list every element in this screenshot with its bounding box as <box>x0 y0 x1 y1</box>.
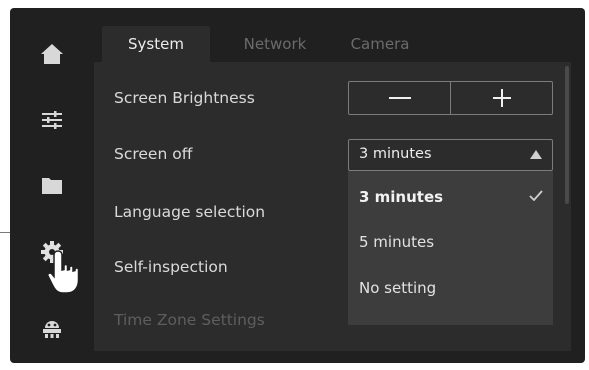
dropdown-option-5-minutes[interactable]: 5 minutes <box>348 221 553 265</box>
option-label: No setting <box>359 279 437 297</box>
time-zone-settings-label[interactable]: Time Zone Settings <box>114 311 265 329</box>
brightness-increase-button[interactable] <box>451 82 552 114</box>
option-label: 3 minutes <box>359 188 444 206</box>
minus-icon <box>388 97 411 99</box>
hand-pointer-icon <box>47 250 80 294</box>
device-screen: System Network Camera Screen Brightness … <box>10 8 585 363</box>
plus-icon <box>492 89 511 107</box>
sidebar-item-home[interactable] <box>34 36 70 72</box>
option-label: 5 minutes <box>359 233 435 251</box>
tab-camera[interactable]: Camera <box>340 26 420 62</box>
caret-up-icon <box>530 150 542 159</box>
screen-off-label: Screen off <box>114 145 193 163</box>
home-icon <box>41 44 63 64</box>
screen-off-select[interactable]: 3 minutes <box>348 139 553 171</box>
sidebar-item-adjustments[interactable] <box>34 102 70 138</box>
tab-system[interactable]: System <box>102 26 210 62</box>
dropdown-option-no-setting[interactable]: No setting <box>348 267 553 311</box>
screen-off-dropdown: 3 minutes 5 minutes No setting <box>348 171 553 325</box>
sidebar-item-robot[interactable] <box>34 310 70 346</box>
brightness-stepper <box>348 81 553 115</box>
robot-icon <box>43 321 61 338</box>
sliders-icon <box>42 111 62 129</box>
screen-brightness-label: Screen Brightness <box>114 89 255 107</box>
sidebar <box>10 8 94 363</box>
dropdown-option-3-minutes[interactable]: 3 minutes <box>348 176 553 220</box>
folder-icon <box>42 178 62 194</box>
brightness-decrease-button[interactable] <box>349 82 450 114</box>
tab-network[interactable]: Network <box>230 26 320 62</box>
language-selection-label[interactable]: Language selection <box>114 203 265 221</box>
self-inspection-label[interactable]: Self-inspection <box>114 258 228 276</box>
sidebar-item-files[interactable] <box>34 168 70 204</box>
check-icon <box>529 190 543 201</box>
scrollbar[interactable] <box>565 66 569 204</box>
screen-off-value: 3 minutes <box>359 146 432 162</box>
